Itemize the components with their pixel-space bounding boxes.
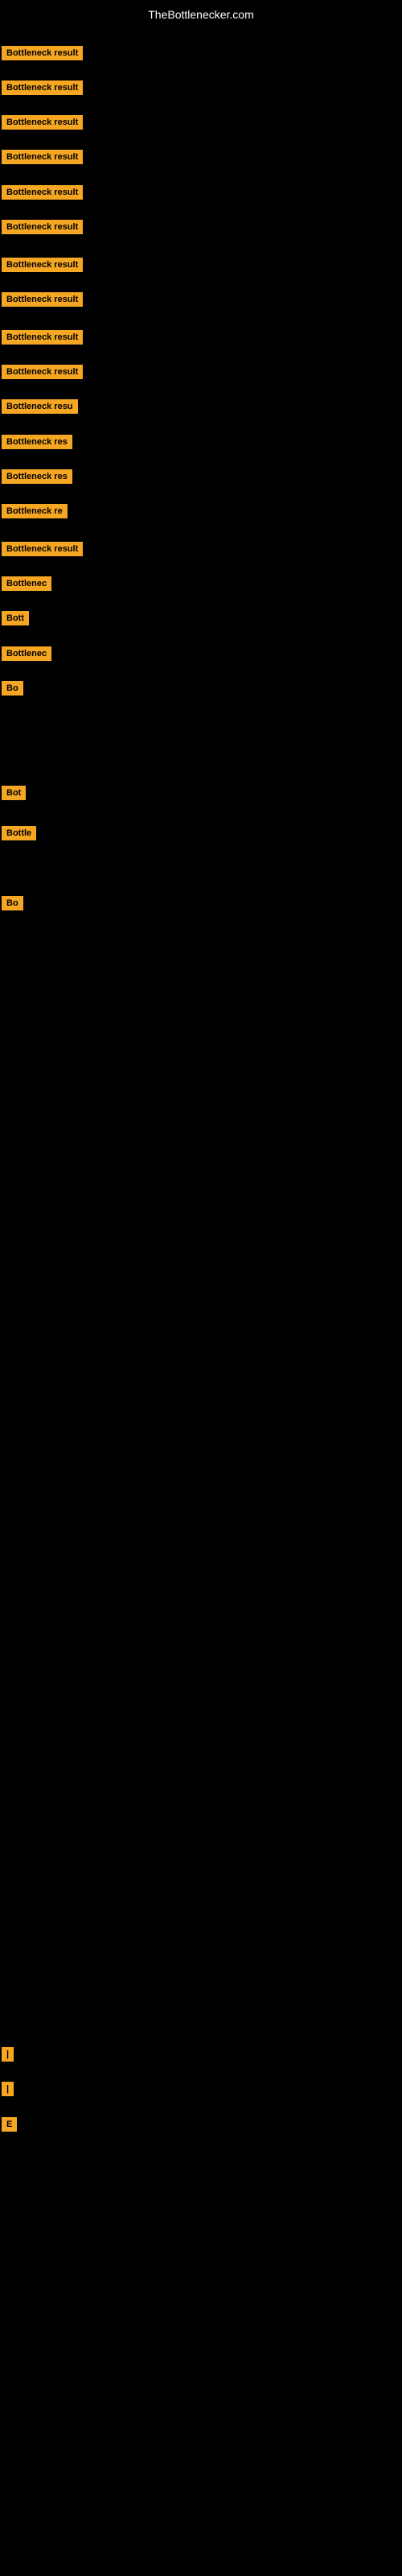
- bottleneck-result-badge: Bottlenec: [2, 576, 51, 591]
- bottleneck-result-badge: Bott: [2, 611, 29, 625]
- bottleneck-result-badge: Bottleneck result: [2, 220, 83, 234]
- bottleneck-result-badge: Bottle: [2, 826, 36, 840]
- bottleneck-result-badge: Bo: [2, 896, 23, 910]
- bottleneck-result-badge: Bottleneck result: [2, 258, 83, 272]
- bottleneck-result-badge: E: [2, 2117, 17, 2132]
- bottleneck-result-badge: Bottleneck result: [2, 80, 83, 95]
- bottleneck-result-badge: Bottleneck result: [2, 115, 83, 130]
- bottleneck-result-badge: |: [2, 2082, 14, 2096]
- bottleneck-result-badge: Bottleneck result: [2, 365, 83, 379]
- bottleneck-result-badge: Bottleneck result: [2, 150, 83, 164]
- bottleneck-result-badge: Bottleneck result: [2, 542, 83, 556]
- bottleneck-result-badge: Bottleneck result: [2, 185, 83, 200]
- bottleneck-result-badge: Bottleneck result: [2, 46, 83, 60]
- bottleneck-result-badge: Bottlenec: [2, 646, 51, 661]
- bottleneck-result-badge: Bo: [2, 681, 23, 696]
- bottleneck-result-badge: Bottleneck res: [2, 435, 72, 449]
- bottleneck-result-badge: Bottleneck result: [2, 292, 83, 307]
- bottleneck-result-badge: Bottleneck result: [2, 330, 83, 345]
- bottleneck-result-badge: Bot: [2, 786, 26, 800]
- bottleneck-result-badge: Bottleneck re: [2, 504, 68, 518]
- bottleneck-result-badge: |: [2, 2047, 14, 2062]
- bottleneck-result-badge: Bottleneck res: [2, 469, 72, 484]
- bottleneck-result-badge: Bottleneck resu: [2, 399, 78, 414]
